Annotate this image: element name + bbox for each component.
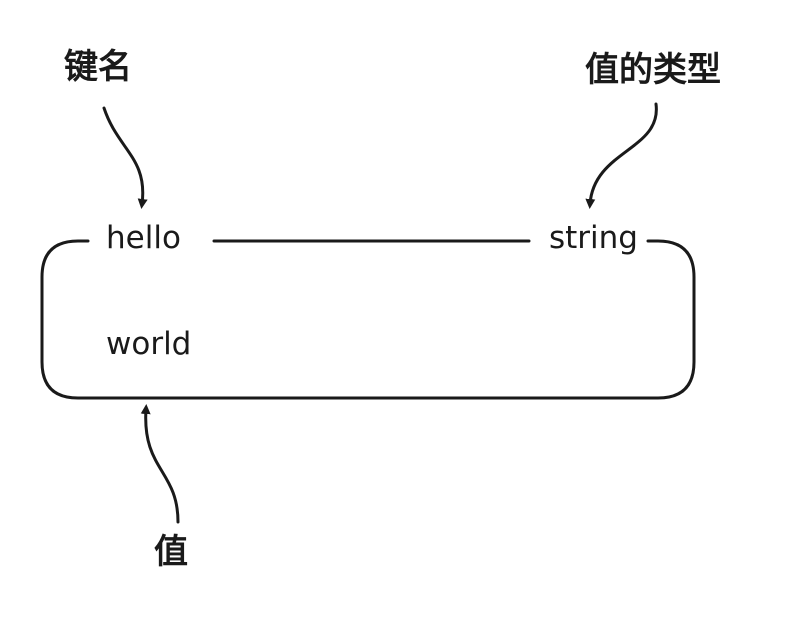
value-arrow [140,404,180,524]
record-value-text: world [106,326,192,362]
record-type-text: string [549,220,638,256]
key-name-arrow [102,106,148,209]
value-type-annotation: 值的类型 [585,50,721,90]
record-container-outline [40,239,696,400]
key-value-diagram: 键名 值的类型 值 hello string world [0,0,792,626]
record-key-text: hello [106,220,181,256]
value-annotation: 值 [154,532,188,572]
value-type-arrow [585,102,658,209]
key-name-annotation: 键名 [64,47,132,87]
diagram-canvas [40,102,696,524]
